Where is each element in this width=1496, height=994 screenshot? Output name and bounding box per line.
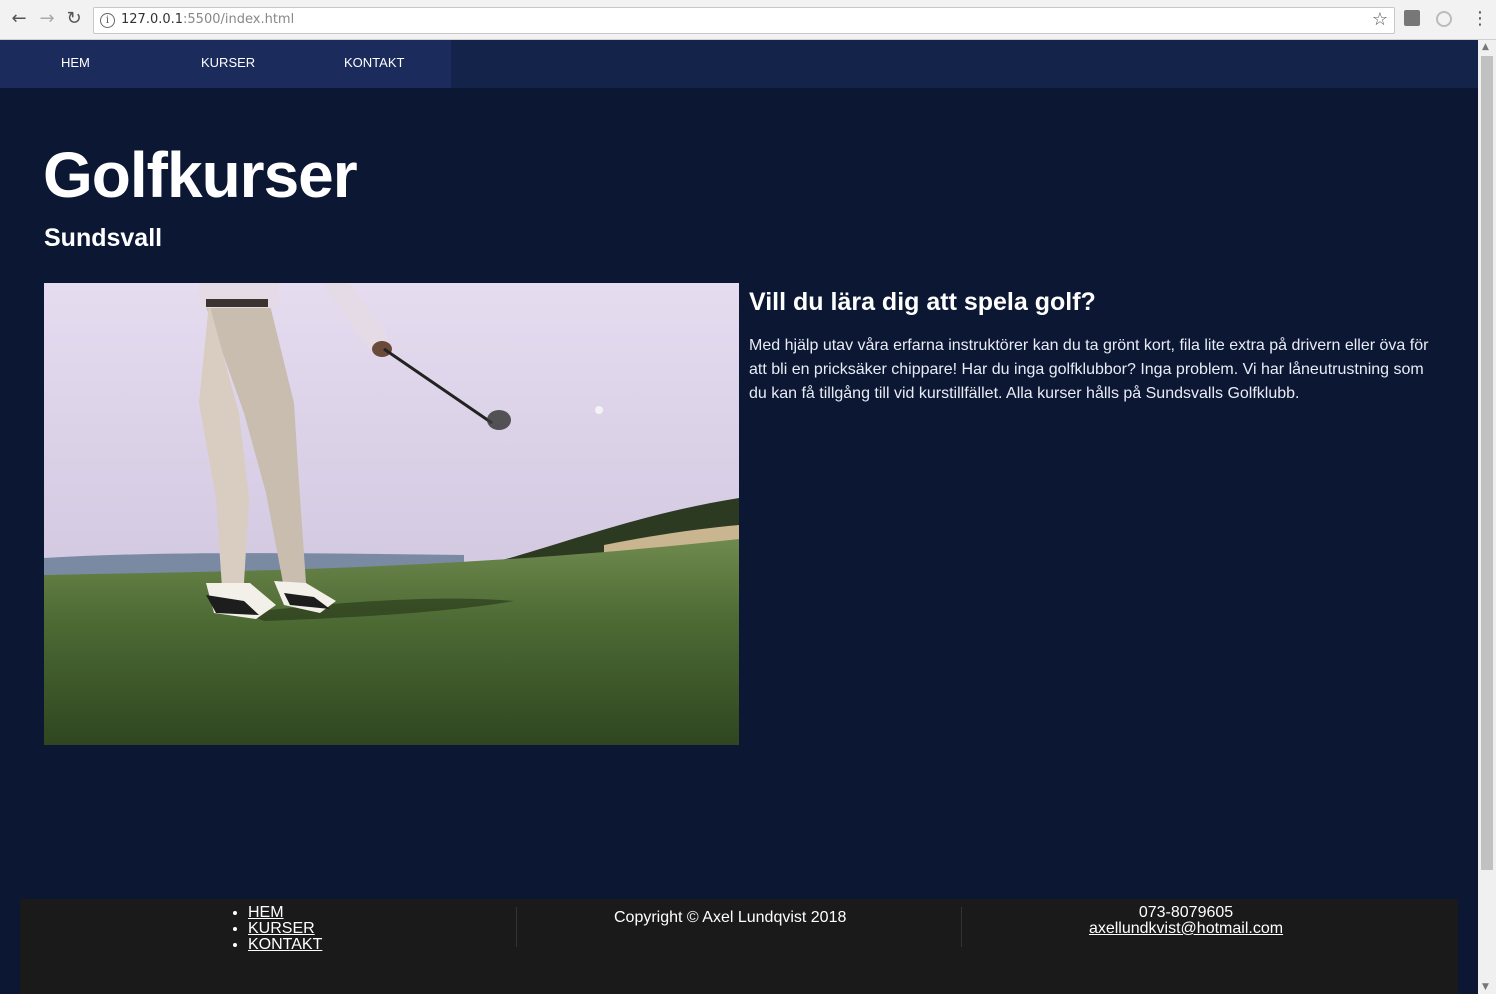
footer-email-link[interactable]: axellundkvist@hotmail.com — [1089, 920, 1283, 937]
page-title: Golfkurser — [43, 139, 358, 211]
nav-link-kontakt[interactable]: KONTAKT — [344, 55, 404, 70]
url-text[interactable]: 127.0.0.1:5500/index.html — [121, 12, 294, 27]
address-bar[interactable]: i 127.0.0.1:5500/index.html ☆ — [93, 7, 1395, 34]
url-path: :5500/index.html — [183, 12, 295, 27]
footer-link-list: HEM KURSER KONTAKT — [229, 905, 322, 953]
footer-divider — [516, 907, 517, 947]
footer-contact: 073-8079605 axellundkvist@hotmail.com — [1062, 905, 1310, 937]
list-item: KURSER — [248, 921, 322, 937]
golfer-illustration — [44, 283, 739, 745]
profile-icon[interactable] — [1436, 11, 1452, 27]
reload-icon[interactable]: ↻ — [63, 8, 85, 30]
golfer-photo — [44, 283, 739, 745]
extension-icon[interactable] — [1404, 10, 1420, 26]
footer-link-kontakt[interactable]: KONTAKT — [248, 936, 322, 953]
info-icon[interactable]: i — [100, 13, 115, 28]
footer-link-hem[interactable]: HEM — [248, 904, 284, 921]
vertical-scrollbar[interactable]: ▲ ▼ — [1478, 40, 1496, 994]
page-viewport: HEM KURSER KONTAKT Golfkurser Sundsvall — [0, 40, 1478, 994]
nav-links: HEM KURSER KONTAKT — [0, 40, 451, 88]
footer: HEM KURSER KONTAKT Copyright © Axel Lund… — [20, 899, 1458, 994]
footer-divider — [961, 907, 962, 947]
article-heading: Vill du lära dig att spela golf? — [749, 288, 1096, 316]
article-body: Med hjälp utav våra erfarna instruktörer… — [749, 337, 1429, 402]
scrollbar-thumb[interactable] — [1481, 56, 1493, 870]
back-arrow-icon[interactable]: ← — [8, 8, 30, 30]
nav-link-kurser[interactable]: KURSER — [201, 55, 255, 70]
footer-phone: 073-8079605 — [1138, 904, 1234, 921]
footer-copyright: Copyright © Axel Lundqvist 2018 — [614, 909, 847, 926]
url-host: 127.0.0.1 — [121, 12, 184, 27]
nav-link-hem[interactable]: HEM — [61, 55, 90, 70]
list-item: HEM — [248, 905, 322, 921]
browser-toolbar: ← → ↻ i 127.0.0.1:5500/index.html ☆ ⋮ — [0, 0, 1496, 40]
bookmark-star-icon[interactable]: ☆ — [1372, 9, 1388, 30]
page-subtitle: Sundsvall — [44, 224, 163, 252]
scroll-down-icon[interactable]: ▼ — [1482, 982, 1489, 992]
footer-link-kurser[interactable]: KURSER — [248, 920, 315, 937]
top-navigation: HEM KURSER KONTAKT — [0, 40, 1478, 88]
scroll-up-icon[interactable]: ▲ — [1482, 42, 1489, 52]
menu-kebab-icon[interactable]: ⋮ — [1471, 8, 1489, 29]
list-item: KONTAKT — [248, 937, 322, 953]
forward-arrow-icon[interactable]: → — [36, 8, 58, 30]
